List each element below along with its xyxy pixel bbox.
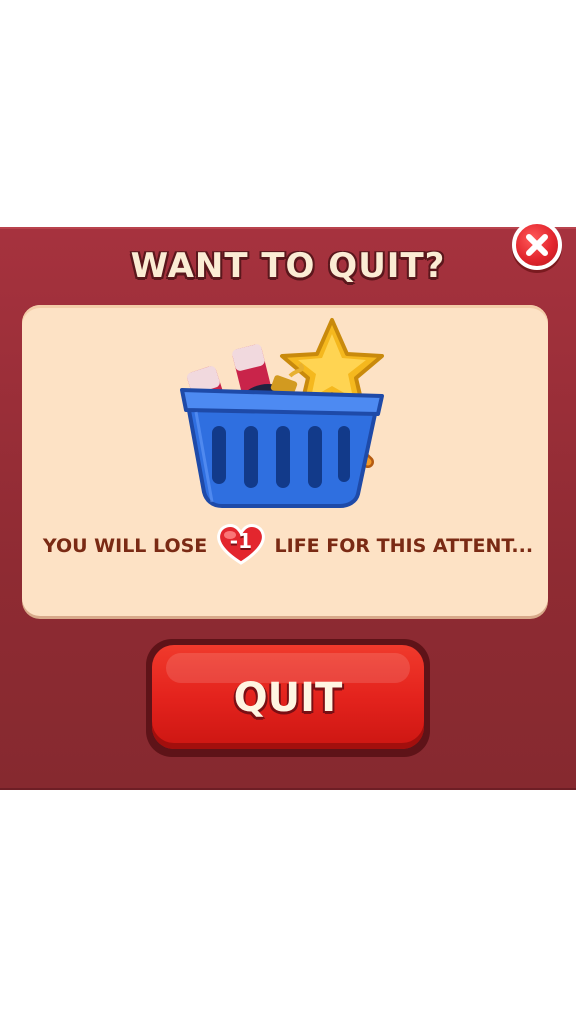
life-change-value: -1 [229, 528, 253, 553]
game-screen: WANT TO QUIT? YOU WILL LOSE -1 LIFE FOR … [0, 0, 576, 1024]
basket-boosters-icon [180, 318, 384, 508]
dialog-title: WANT TO QUIT? [130, 246, 446, 286]
close-button[interactable] [512, 220, 562, 270]
quit-button-label: QUIT [233, 675, 343, 721]
close-icon [526, 234, 548, 256]
quit-button[interactable]: QUIT [146, 639, 430, 757]
heart-icon: -1 [216, 523, 266, 565]
lose-life-message: YOU WILL LOSE -1 LIFE FOR THIS ATTENT... [40, 523, 536, 565]
message-text-before: YOU WILL LOSE [42, 535, 208, 557]
message-text-after: LIFE FOR THIS ATTENT... [274, 535, 534, 557]
